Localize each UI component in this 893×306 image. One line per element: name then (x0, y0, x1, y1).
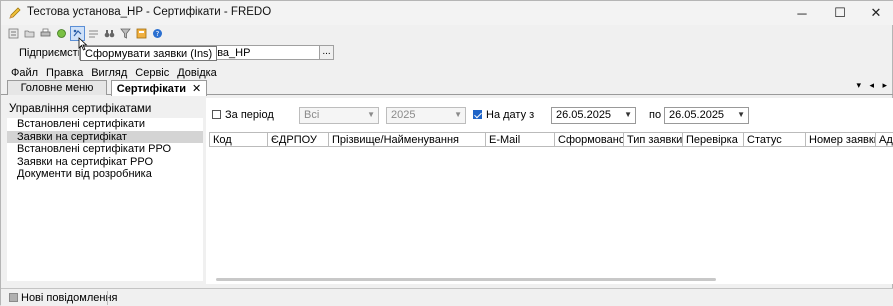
edit-icon[interactable] (87, 27, 100, 40)
nav-item-installed-certs[interactable]: Встановлені сертифікати (7, 118, 203, 131)
tooltip: Сформувати заявки (Ins) (80, 46, 218, 61)
chevron-down-icon: ▼ (454, 110, 462, 119)
tab-close-icon[interactable]: ✕ (192, 83, 201, 95)
period-label: За період (225, 109, 274, 121)
tab-certificates[interactable]: Сертифікати ✕ (111, 80, 207, 96)
certificate-nav-list: Встановлені сертифікати Заявки на сертиф… (7, 118, 203, 281)
app-window: Тестова установа_HP - Сертифікати - FRED… (0, 0, 893, 306)
tab-main-menu[interactable]: Головне меню (7, 80, 107, 95)
mouse-cursor-icon (78, 37, 88, 51)
tab-label: Сертифікати (116, 83, 187, 95)
tab-nav-arrows[interactable]: ▾ ◂ ▸ (856, 80, 890, 91)
export-icon[interactable] (135, 27, 148, 40)
message-icon (9, 293, 18, 302)
title-bar: Тестова установа_HP - Сертифікати - FRED… (1, 1, 893, 25)
on-date-checkbox[interactable] (473, 110, 482, 119)
folder-icon[interactable] (23, 27, 36, 40)
tabs-row: Головне меню Сертифікати ✕ ▾ ◂ ▸ (1, 80, 893, 96)
filter-row: За період Всі ▼ 2025 ▼ На дату з 26.05.2… (210, 107, 893, 125)
column-header[interactable]: Номер заявки (806, 132, 876, 147)
status-bar: Нові повідомлення (1, 288, 893, 306)
menu-help[interactable]: Довідка (177, 67, 217, 81)
chevron-down-icon: ▼ (367, 110, 375, 119)
help-icon[interactable]: ? (151, 27, 164, 40)
menu-file[interactable]: Файл (11, 67, 38, 81)
column-header[interactable]: Прізвище/Найменування (329, 132, 486, 147)
on-date-label: На дату з (486, 109, 535, 121)
print-icon[interactable] (39, 27, 52, 40)
column-header[interactable]: Код (209, 132, 268, 147)
column-header[interactable]: Статус (744, 132, 806, 147)
period-checkbox[interactable] (212, 110, 221, 119)
column-header[interactable]: Ад (876, 132, 893, 147)
date-to-picker[interactable]: 26.05.2025 ▼ (664, 107, 749, 124)
nav-item-developer-docs[interactable]: Документи від розробника (7, 168, 203, 181)
column-header[interactable]: ЄДРПОУ (268, 132, 329, 147)
filter-icon[interactable] (119, 27, 132, 40)
date-to-value: 26.05.2025 (669, 109, 725, 121)
nav-item-rro-cert-requests[interactable]: Заявки на сертифікат РРО (7, 156, 203, 169)
left-panel-title: Управління сертифікатами (9, 103, 152, 115)
close-button[interactable]: ✕ (853, 1, 893, 25)
menu-view[interactable]: Вигляд (91, 67, 127, 81)
status-separator (107, 291, 108, 305)
window-title: Тестова установа_HP - Сертифікати - FRED… (27, 6, 272, 18)
year-select[interactable]: 2025 ▼ (386, 107, 466, 124)
to-label: по (649, 109, 662, 121)
column-header[interactable]: Перевірка (683, 132, 744, 147)
date-from-picker[interactable]: 26.05.2025 ▼ (551, 107, 636, 124)
date-from-value: 26.05.2025 (556, 109, 612, 121)
chevron-down-icon: ▼ (737, 110, 745, 119)
horizontal-scrollbar[interactable] (216, 278, 716, 281)
menu-service[interactable]: Сервіс (135, 67, 169, 81)
status-text[interactable]: Нові повідомлення (21, 292, 118, 304)
menu-edit[interactable]: Правка (46, 67, 83, 81)
period-type-value: Всі (304, 109, 320, 121)
grid-header: Код ЄДРПОУ Прізвище/Найменування E-Mail … (209, 132, 893, 147)
svg-text:?: ? (156, 30, 160, 38)
column-header[interactable]: Сформовано (555, 132, 624, 147)
right-panel: За період Всі ▼ 2025 ▼ На дату з 26.05.2… (206, 98, 893, 284)
period-type-select[interactable]: Всі ▼ (299, 107, 379, 124)
nav-item-cert-requests[interactable]: Заявки на сертифікат (7, 130, 203, 143)
column-header[interactable]: Тип заявки (624, 132, 683, 147)
tab-label: Головне меню (20, 82, 94, 94)
pencil-app-icon (9, 7, 21, 19)
left-panel: Управління сертифікатами Встановлені сер… (5, 98, 203, 284)
chevron-down-icon: ▼ (624, 110, 632, 119)
year-value: 2025 (391, 109, 416, 121)
list-icon[interactable] (7, 27, 20, 40)
enterprise-label: Підприємств (19, 47, 81, 59)
binoculars-icon[interactable] (103, 27, 116, 40)
column-header[interactable]: E-Mail (486, 132, 555, 147)
refresh-icon[interactable] (55, 27, 68, 40)
nav-item-installed-rro-certs[interactable]: Встановлені сертифікати РРО (7, 143, 203, 156)
menu-bar: Файл Правка Вигляд Сервіс Довідка (11, 67, 217, 81)
enterprise-browse-button[interactable]: ... (319, 45, 334, 60)
